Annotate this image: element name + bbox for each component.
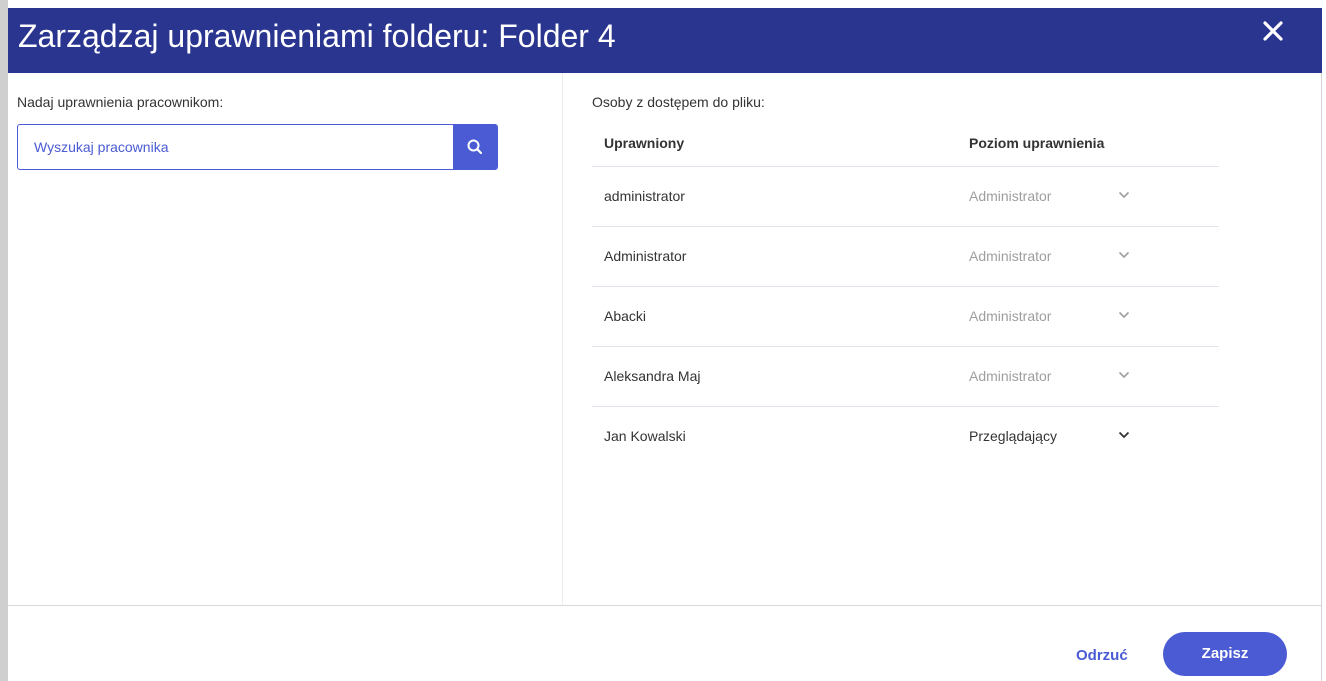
table-row: Jan Kowalski Przeglądający (592, 407, 1219, 466)
column-divider (562, 73, 563, 605)
chevron-down-icon (1118, 311, 1130, 319)
search-icon (467, 139, 483, 155)
column-header-user: Uprawniony (604, 135, 685, 151)
table-row: Administrator Administrator (592, 227, 1219, 286)
chevron-down-icon[interactable] (1118, 431, 1130, 439)
chevron-down-icon (1118, 191, 1130, 199)
window-edge (0, 0, 8, 681)
access-list-label: Osoby z dostępem do pliku: (592, 94, 765, 110)
permissions-dialog: Zarządzaj uprawnieniami folderu: Folder … (8, 8, 1322, 681)
save-button[interactable]: Zapisz (1163, 632, 1287, 676)
search-button[interactable] (453, 124, 497, 170)
table-row: Abacki Administrator (592, 287, 1219, 346)
grant-permissions-label: Nadaj uprawnienia pracownikom: (17, 94, 224, 110)
permission-level-select: Administrator (969, 368, 1052, 384)
discard-button[interactable]: Odrzuć (1076, 647, 1128, 664)
permission-level-select: Administrator (969, 308, 1052, 324)
close-icon (1263, 21, 1283, 41)
table-row: Aleksandra Maj Administrator (592, 347, 1219, 406)
user-name: administrator (604, 188, 685, 204)
dialog-header: Zarządzaj uprawnieniami folderu: Folder … (8, 8, 1322, 73)
user-name: Jan Kowalski (604, 428, 686, 444)
dialog-title: Zarządzaj uprawnieniami folderu: Folder … (18, 18, 616, 54)
permission-level-select: Administrator (969, 248, 1052, 264)
user-name: Administrator (604, 248, 687, 264)
close-button[interactable] (1258, 16, 1288, 46)
chevron-down-icon (1118, 371, 1130, 379)
footer-divider (8, 605, 1322, 606)
chevron-down-icon (1118, 251, 1130, 259)
user-name: Abacki (604, 308, 647, 324)
user-name: Aleksandra Maj (604, 368, 701, 384)
employee-search (17, 124, 498, 170)
permission-level-select[interactable]: Przeglądający (969, 407, 1057, 466)
search-input[interactable] (18, 125, 455, 169)
column-header-level: Poziom uprawnienia (969, 135, 1105, 151)
table-row: administrator Administrator (592, 167, 1219, 226)
permission-level-select: Administrator (969, 188, 1052, 204)
